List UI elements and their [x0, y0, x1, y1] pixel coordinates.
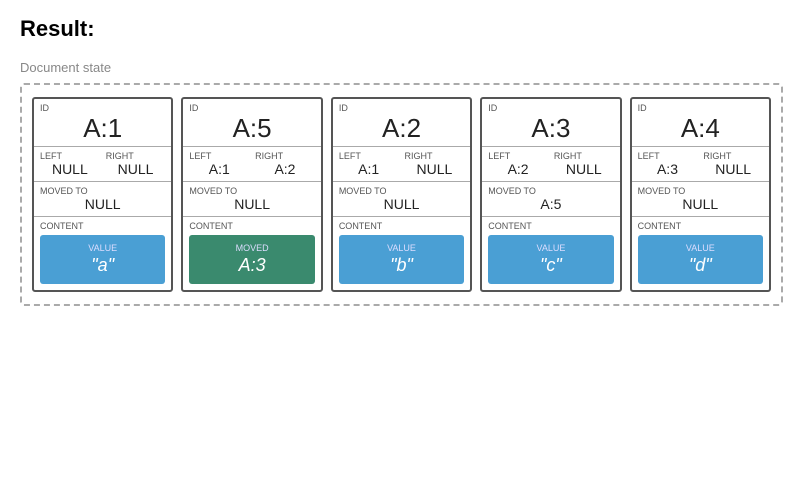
moved-label: MOVED TO	[488, 186, 613, 196]
left-label: LEFT	[40, 151, 100, 161]
id-value: A:3	[488, 113, 613, 144]
right-value: NULL	[405, 161, 465, 177]
node-lr-row-4: LEFT A:3 RIGHT NULL	[632, 147, 769, 182]
value-box-value: "d"	[642, 255, 759, 276]
right-value: NULL	[554, 161, 614, 177]
left-col: LEFT NULL	[40, 151, 100, 177]
node-content-row-1: CONTENT MOVED A:3	[183, 217, 320, 290]
left-label: LEFT	[189, 151, 249, 161]
id-label: ID	[488, 103, 613, 113]
node-moved-row-4: MOVED TO NULL	[632, 182, 769, 217]
page: Result: Document state ID A:1 LEFT NULL …	[0, 0, 803, 322]
moved-label: MOVED TO	[339, 186, 464, 196]
left-value: A:3	[638, 161, 698, 177]
moved-value: A:5	[488, 196, 613, 212]
id-label: ID	[339, 103, 464, 113]
node-id-row-2: ID A:2	[333, 99, 470, 147]
right-label: RIGHT	[106, 151, 166, 161]
node-content-row-2: CONTENT VALUE "b"	[333, 217, 470, 290]
right-col: RIGHT NULL	[703, 151, 763, 177]
node-card-A2: ID A:2 LEFT A:1 RIGHT NULL MOVED TO NULL…	[331, 97, 472, 292]
id-label: ID	[40, 103, 165, 113]
right-col: RIGHT NULL	[405, 151, 465, 177]
left-col: LEFT A:3	[638, 151, 698, 177]
moved-label: MOVED TO	[638, 186, 763, 196]
value-box: VALUE "b"	[339, 235, 464, 284]
id-label: ID	[189, 103, 314, 113]
left-label: LEFT	[638, 151, 698, 161]
left-value: A:2	[488, 161, 548, 177]
right-col: RIGHT NULL	[106, 151, 166, 177]
value-box-value: "a"	[44, 255, 161, 276]
value-box-value: A:3	[193, 255, 310, 276]
node-moved-row-0: MOVED TO NULL	[34, 182, 171, 217]
right-label: RIGHT	[405, 151, 465, 161]
document-state: ID A:1 LEFT NULL RIGHT NULL MOVED TO NUL…	[20, 83, 783, 306]
left-value: A:1	[189, 161, 249, 177]
left-col: LEFT A:1	[339, 151, 399, 177]
moved-value: NULL	[638, 196, 763, 212]
node-card-A4: ID A:4 LEFT A:3 RIGHT NULL MOVED TO NULL…	[630, 97, 771, 292]
value-box-label: VALUE	[642, 243, 759, 253]
node-moved-row-2: MOVED TO NULL	[333, 182, 470, 217]
content-label: CONTENT	[40, 221, 165, 231]
node-lr-row-3: LEFT A:2 RIGHT NULL	[482, 147, 619, 182]
right-value: NULL	[106, 161, 166, 177]
content-label: CONTENT	[339, 221, 464, 231]
value-box-label: VALUE	[343, 243, 460, 253]
value-box-label: MOVED	[193, 243, 310, 253]
left-col: LEFT A:1	[189, 151, 249, 177]
left-value: A:1	[339, 161, 399, 177]
left-col: LEFT A:2	[488, 151, 548, 177]
moved-value: NULL	[339, 196, 464, 212]
right-value: A:2	[255, 161, 315, 177]
right-col: RIGHT A:2	[255, 151, 315, 177]
value-box: VALUE "c"	[488, 235, 613, 284]
left-value: NULL	[40, 161, 100, 177]
right-label: RIGHT	[255, 151, 315, 161]
node-content-row-3: CONTENT VALUE "c"	[482, 217, 619, 290]
node-card-A5: ID A:5 LEFT A:1 RIGHT A:2 MOVED TO NULL …	[181, 97, 322, 292]
node-content-row-4: CONTENT VALUE "d"	[632, 217, 769, 290]
node-id-row-1: ID A:5	[183, 99, 320, 147]
right-col: RIGHT NULL	[554, 151, 614, 177]
moved-value: NULL	[40, 196, 165, 212]
node-id-row-4: ID A:4	[632, 99, 769, 147]
id-value: A:5	[189, 113, 314, 144]
value-box-label: VALUE	[44, 243, 161, 253]
content-label: CONTENT	[189, 221, 314, 231]
node-content-row-0: CONTENT VALUE "a"	[34, 217, 171, 290]
right-label: RIGHT	[554, 151, 614, 161]
value-box: VALUE "d"	[638, 235, 763, 284]
id-label: ID	[638, 103, 763, 113]
node-moved-row-3: MOVED TO A:5	[482, 182, 619, 217]
value-box: MOVED A:3	[189, 235, 314, 284]
moved-value: NULL	[189, 196, 314, 212]
moved-label: MOVED TO	[40, 186, 165, 196]
id-value: A:4	[638, 113, 763, 144]
node-lr-row-1: LEFT A:1 RIGHT A:2	[183, 147, 320, 182]
right-label: RIGHT	[703, 151, 763, 161]
moved-label: MOVED TO	[189, 186, 314, 196]
id-value: A:1	[40, 113, 165, 144]
left-label: LEFT	[339, 151, 399, 161]
node-moved-row-1: MOVED TO NULL	[183, 182, 320, 217]
right-value: NULL	[703, 161, 763, 177]
value-box-value: "c"	[492, 255, 609, 276]
value-box-label: VALUE	[492, 243, 609, 253]
node-card-A3: ID A:3 LEFT A:2 RIGHT NULL MOVED TO A:5 …	[480, 97, 621, 292]
content-label: CONTENT	[488, 221, 613, 231]
node-card-A1: ID A:1 LEFT NULL RIGHT NULL MOVED TO NUL…	[32, 97, 173, 292]
content-label: CONTENT	[638, 221, 763, 231]
node-lr-row-2: LEFT A:1 RIGHT NULL	[333, 147, 470, 182]
node-lr-row-0: LEFT NULL RIGHT NULL	[34, 147, 171, 182]
left-label: LEFT	[488, 151, 548, 161]
page-title: Result:	[20, 16, 783, 42]
node-id-row-0: ID A:1	[34, 99, 171, 147]
value-box-value: "b"	[343, 255, 460, 276]
id-value: A:2	[339, 113, 464, 144]
value-box: VALUE "a"	[40, 235, 165, 284]
node-id-row-3: ID A:3	[482, 99, 619, 147]
section-label: Document state	[20, 60, 783, 75]
